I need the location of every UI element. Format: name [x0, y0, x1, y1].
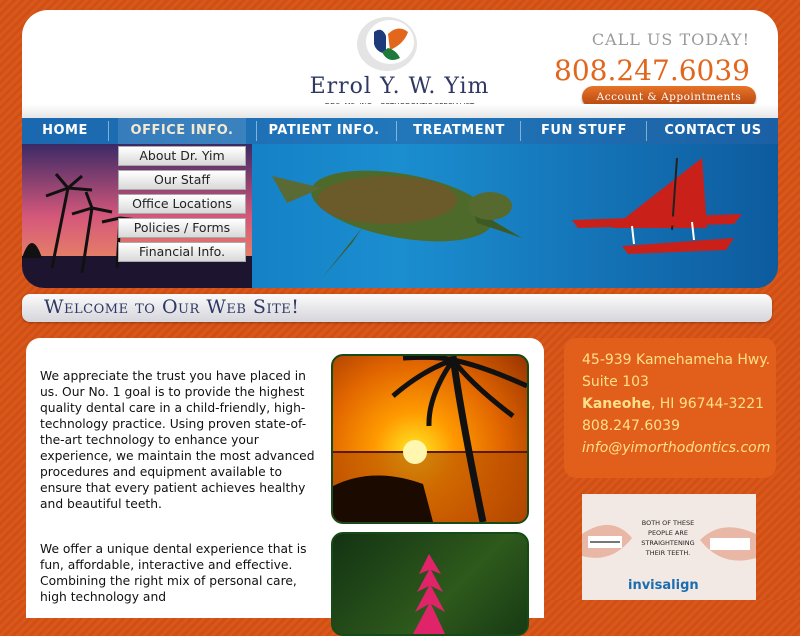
ginger-flower	[413, 554, 445, 634]
nav-contact-us[interactable]: CONTACT US	[658, 118, 768, 144]
page-title: Welcome to Our Web Site!	[44, 296, 300, 318]
nav-separator	[108, 121, 109, 141]
dropdown-office-locations[interactable]: Office Locations	[118, 194, 246, 214]
nav-separator	[520, 121, 521, 141]
dropdown-our-staff[interactable]: Our Staff	[118, 170, 246, 190]
brand-subtitle: DDS, MS, INC • ORTHODONTIC SPECIALIST	[324, 102, 475, 110]
dropdown-financial-info[interactable]: Financial Info.	[118, 242, 246, 262]
intro-paragraph: We appreciate the trust you have placed …	[40, 369, 315, 511]
invisalign-logo: invisalign	[628, 578, 699, 593]
address-street: 45-939 Kamehameha Hwy.	[582, 352, 771, 368]
dropdown-about-dr-yim[interactable]: About Dr. Yim	[118, 146, 246, 166]
site-header: Errol Y. W. Yim DDS, MS, INC • ORTHODONT…	[22, 10, 778, 118]
invisalign-ad[interactable]: BOTH OF THESE PEOPLE ARE STRAIGHTENING T…	[582, 494, 756, 600]
address-state-zip: , HI 96744-3221	[650, 396, 765, 412]
call-label: CALL US TODAY!	[591, 30, 750, 49]
nav-separator	[396, 121, 397, 141]
sunset-photo	[331, 354, 529, 524]
address-city-line: Kaneohe, HI 96744-3221	[582, 396, 764, 412]
nav-home[interactable]: HOME	[32, 118, 98, 144]
nav-office-info[interactable]: OFFICE INFO.	[118, 118, 246, 144]
nav-patient-info[interactable]: PATIENT INFO.	[264, 118, 384, 144]
hero-banner: HOME OFFICE INFO. PATIENT INFO. TREATMEN…	[22, 118, 778, 288]
sunset-scene	[333, 356, 527, 522]
account-appointments-button[interactable]: Account & Appointments	[582, 86, 756, 108]
office-info-dropdown: About Dr. Yim Our Staff Office Locations…	[118, 146, 246, 266]
header-phone[interactable]: 808.247.6039	[554, 54, 750, 87]
second-paragraph: We offer a unique dental experience that…	[40, 542, 307, 604]
nav-separator	[646, 121, 647, 141]
address-phone[interactable]: 808.247.6039	[582, 418, 680, 434]
brand-name: Errol Y. W. Yim	[309, 74, 490, 99]
main-content: We appreciate the trust you have placed …	[26, 338, 544, 636]
address-suite: Suite 103	[582, 374, 649, 390]
address-city: Kaneohe	[582, 396, 651, 412]
nav-separator	[256, 121, 257, 141]
dropdown-policies-forms[interactable]: Policies / Forms	[118, 218, 246, 238]
address-email[interactable]: info@yimorthodontics.com	[582, 440, 770, 456]
address-box: 45-939 Kamehameha Hwy. Suite 103 Kaneohe…	[564, 338, 776, 478]
nav-fun-stuff[interactable]: FUN STUFF	[532, 118, 636, 144]
nav-treatment[interactable]: TREATMENT	[406, 118, 512, 144]
flower-photo	[331, 532, 529, 636]
ad-text: BOTH OF THESE PEOPLE ARE STRAIGHTENING T…	[641, 519, 695, 557]
welcome-bar: Welcome to Our Web Site!	[22, 294, 772, 322]
main-nav: HOME OFFICE INFO. PATIENT INFO. TREATMEN…	[22, 118, 778, 144]
logo-icon[interactable]	[352, 14, 422, 74]
